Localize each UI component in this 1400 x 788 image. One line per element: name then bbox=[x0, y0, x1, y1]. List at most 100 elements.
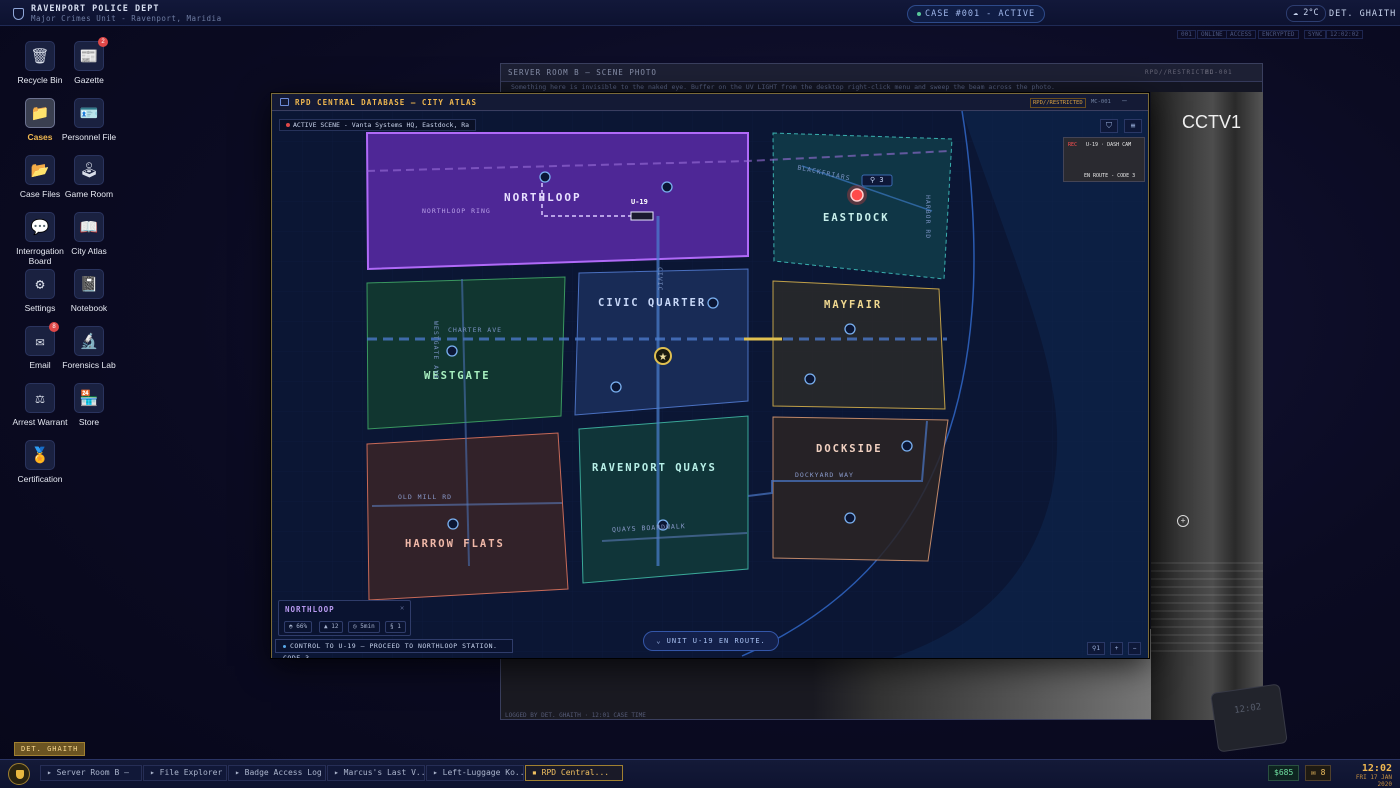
minimize-icon[interactable]: – bbox=[1122, 96, 1127, 105]
district-label-northloop: NORTHLOOP bbox=[504, 191, 582, 204]
mail-count: 8 bbox=[1320, 768, 1326, 777]
desktop-icon-game-room[interactable]: 🕹 Game Room bbox=[58, 155, 120, 211]
active-scene-chip[interactable]: ACTIVE SCENE - Vanta Systems HQ, Eastdoc… bbox=[279, 119, 477, 131]
district-label-civic-quarter: CIVIC QUARTER bbox=[598, 297, 707, 309]
stat-units: § 1 bbox=[385, 621, 406, 633]
clock-date: FRI 17 JAN 2020 bbox=[1355, 774, 1392, 788]
taskbar-label: Marcus's Last V... bbox=[343, 768, 425, 777]
desktop-icon-certification[interactable]: 🏅 Certification bbox=[9, 440, 71, 496]
status-chip: SYNC bbox=[1304, 30, 1327, 39]
taskbar-item-file-explorer[interactable]: ▸ File Explorer bbox=[143, 765, 227, 781]
desktop-icon-city-atlas[interactable]: 📖 City Atlas bbox=[58, 212, 120, 268]
city-atlas-titlebar[interactable]: RPD CENTRAL DATABASE — CITY ATLAS RPD//R… bbox=[272, 94, 1148, 111]
poi-marker[interactable] bbox=[844, 323, 856, 335]
notebook-icon: 📓 bbox=[74, 269, 104, 299]
money-display[interactable]: $685 bbox=[1268, 765, 1300, 781]
poi-marker[interactable] bbox=[844, 512, 856, 524]
district-label-mayfair: MAYFAIR bbox=[824, 299, 883, 311]
taskbar-item-badge-access-log[interactable]: ▸ Badge Access Log bbox=[228, 765, 326, 781]
status-chip: ONLINE bbox=[1197, 30, 1227, 39]
unit-u19-vehicle[interactable] bbox=[630, 211, 654, 221]
server-room-titlebar[interactable]: SERVER ROOM B — SCENE PHOTO RPD//RESTRIC… bbox=[501, 64, 1262, 82]
desktop-icon-notebook[interactable]: 📓 Notebook bbox=[58, 269, 120, 325]
trash-icon: 🗑 bbox=[25, 41, 55, 71]
svg-text:★: ★ bbox=[659, 352, 668, 363]
district-dockside[interactable] bbox=[772, 416, 949, 562]
cctv-photo[interactable] bbox=[1151, 92, 1263, 720]
status-chip: ACCESS bbox=[1226, 30, 1256, 39]
district-ravenport-quays[interactable] bbox=[578, 415, 749, 584]
active-scene-text: ACTIVE SCENE - Vanta Systems HQ, Eastdoc… bbox=[293, 121, 470, 129]
unit-status-text: UNIT U-19 EN ROUTE. bbox=[666, 637, 766, 645]
desktop: RAVENPORT POLICE DEPT Major Crimes Unit … bbox=[0, 0, 1400, 788]
crime-scene-marker[interactable] bbox=[850, 188, 864, 202]
joystick-icon: 🕹 bbox=[74, 155, 104, 185]
desktop-icon-personnel-file[interactable]: 🪪 Personnel File bbox=[58, 98, 120, 154]
city-atlas-window[interactable]: RPD CENTRAL DATABASE — CITY ATLAS RPD//R… bbox=[271, 93, 1149, 658]
unit-count-button[interactable]: ⚲1 bbox=[1087, 642, 1105, 655]
taskbar-item-left-luggage[interactable]: ▸ Left-Luggage Ko... bbox=[426, 765, 524, 781]
taskbar-label: Left-Luggage Ko... bbox=[442, 768, 524, 777]
desktop-icon-forensics-lab[interactable]: 🔬 Forensics Lab bbox=[58, 326, 120, 382]
poi-marker[interactable] bbox=[661, 181, 673, 193]
window-code: MC-001 bbox=[1205, 69, 1233, 76]
poi-marker[interactable] bbox=[804, 373, 816, 385]
database-icon bbox=[280, 98, 289, 106]
shield-icon bbox=[13, 8, 24, 20]
district-info-panel[interactable]: NORTHLOOP ✕ ◓ 66% ▲ 12 ◷ 5min § 1 bbox=[278, 600, 411, 636]
dashcam-title: U-19 · DASH CAM bbox=[1086, 142, 1132, 148]
desktop-icon-gazette[interactable]: 📰 2 Gazette bbox=[58, 37, 120, 97]
map-svg[interactable]: ★ bbox=[272, 111, 1148, 658]
poi-marker[interactable] bbox=[447, 518, 459, 530]
taskbar-item-server-room[interactable]: ▸ Server Room B — bbox=[40, 765, 142, 781]
blackfriars-count-value: 3 bbox=[879, 176, 884, 184]
user-chip[interactable]: DET. GHAITH bbox=[14, 742, 86, 756]
medal-icon: 🏅 bbox=[25, 440, 55, 470]
poi-marker[interactable] bbox=[707, 297, 719, 309]
stat-coverage: ◓ 66% bbox=[284, 621, 313, 633]
close-icon[interactable]: ✕ bbox=[400, 604, 404, 612]
dept-title: RAVENPORT POLICE DEPT bbox=[31, 4, 160, 14]
unit-label: U-19 bbox=[631, 198, 648, 206]
zoom-in-button[interactable]: + bbox=[1110, 642, 1123, 655]
user-name[interactable]: DET. GHAITH bbox=[1329, 9, 1396, 19]
district-label-harrow-flats: HARROW FLATS bbox=[405, 538, 505, 550]
top-bar: RAVENPORT POLICE DEPT Major Crimes Unit … bbox=[0, 0, 1400, 26]
envelope-icon: ✉ 8 bbox=[25, 322, 59, 356]
layers-button[interactable]: ≡ bbox=[1124, 119, 1142, 133]
phone-object: 12:02 bbox=[1210, 683, 1288, 753]
poi-marker[interactable] bbox=[446, 345, 458, 357]
taskbar-item-marcus[interactable]: ▸ Marcus's Last V... bbox=[327, 765, 425, 781]
unit-status-pill[interactable]: ⌄ UNIT U-19 EN ROUTE. bbox=[643, 631, 779, 651]
district-label-ravenport-quays: RAVENPORT QUAYS bbox=[592, 462, 717, 474]
window-title: SERVER ROOM B — SCENE PHOTO bbox=[508, 68, 657, 77]
status-chip: ENCRYPTED bbox=[1258, 30, 1299, 39]
poi-marker[interactable] bbox=[539, 171, 551, 183]
street-label: CHARTER AVE bbox=[448, 326, 503, 334]
active-dot-icon bbox=[917, 11, 921, 16]
poi-marker[interactable] bbox=[610, 381, 622, 393]
stat-value: 66% bbox=[296, 623, 308, 630]
window-code: MC-001 bbox=[1091, 99, 1111, 105]
alert-dot-icon bbox=[286, 123, 290, 127]
street-label: CIVIC bbox=[656, 267, 664, 292]
street-label: OLD MILL RD bbox=[398, 493, 453, 501]
weather-widget[interactable]: ☁ 2°C bbox=[1286, 5, 1326, 22]
shield-filter-button[interactable]: ⛉ bbox=[1100, 119, 1118, 133]
gear-icon: ⚙ bbox=[25, 269, 55, 299]
hotspot-icon[interactable]: + bbox=[1177, 515, 1189, 527]
poi-marker[interactable] bbox=[901, 440, 913, 452]
taskbar-label: Badge Access Log bbox=[244, 768, 322, 777]
desktop-icon-store[interactable]: 🏪 Store bbox=[58, 383, 120, 439]
dashcam-status: EN ROUTE - CODE 3 bbox=[1084, 173, 1136, 179]
case-status-pill[interactable]: CASE #001 - ACTIVE bbox=[907, 5, 1046, 23]
zoom-out-button[interactable]: − bbox=[1128, 642, 1141, 655]
city-map[interactable]: ★ NORTHLOOP EASTDOCK CIVIC QUARTER MAYFA… bbox=[272, 111, 1148, 658]
taskbar-label: RPD Central... bbox=[541, 768, 610, 777]
mail-counter[interactable]: ✉ 8 bbox=[1305, 765, 1332, 781]
phone-time: 12:02 bbox=[1233, 702, 1262, 716]
start-badge-button[interactable] bbox=[8, 763, 30, 785]
dashcam-inset[interactable]: REC U-19 · DASH CAM EN ROUTE - CODE 3 bbox=[1063, 137, 1145, 182]
id-card-icon: 🪪 bbox=[74, 98, 104, 128]
taskbar-item-rpd-central[interactable]: ▪ RPD Central... bbox=[525, 765, 623, 781]
